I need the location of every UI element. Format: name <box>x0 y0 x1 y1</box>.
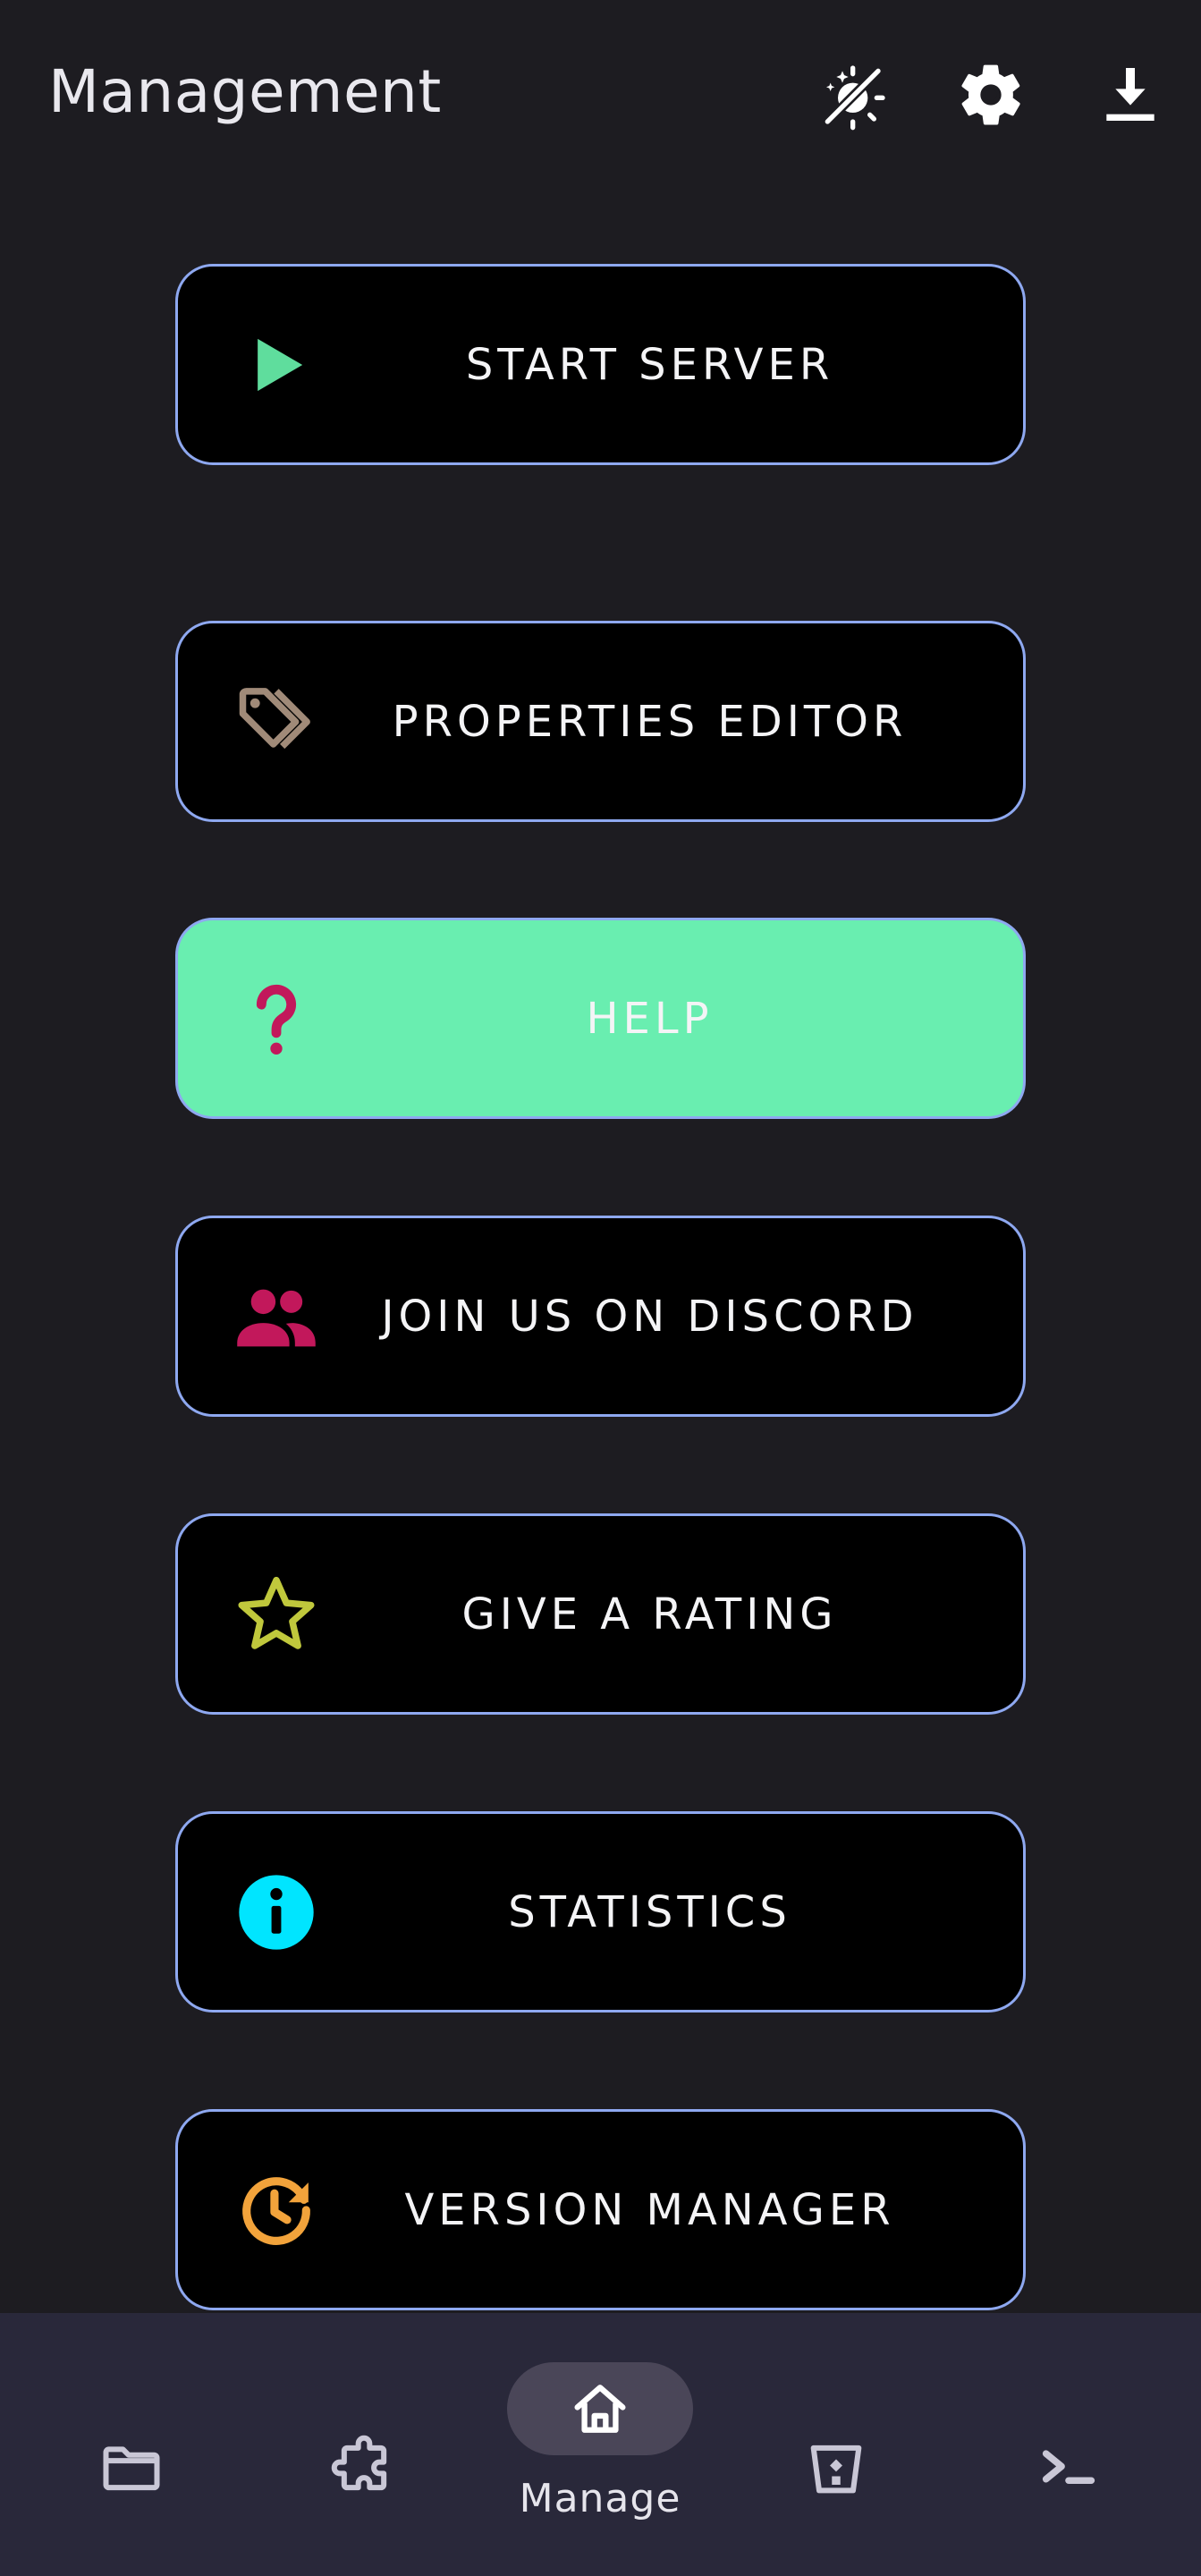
help-button[interactable]: HELP <box>175 918 1026 1119</box>
nav-label-manage: Manage <box>519 2476 681 2521</box>
nav-item-console[interactable] <box>949 2313 1188 2576</box>
start-server-button[interactable]: START SERVER <box>175 264 1026 465</box>
statistics-button[interactable]: STATISTICS <box>175 1811 1026 2012</box>
properties-editor-button[interactable]: PROPERTIES EDITOR <box>175 621 1026 822</box>
nav-item-bucket[interactable] <box>716 2313 956 2576</box>
version-manager-label: VERSION MANAGER <box>404 2184 895 2235</box>
statistics-label: STATISTICS <box>508 1886 791 1937</box>
home-icon <box>566 2375 634 2443</box>
nav-item-plugins[interactable] <box>244 2313 484 2576</box>
nav-item-files[interactable] <box>12 2313 251 2576</box>
puzzle-icon <box>330 2434 398 2502</box>
folder-icon <box>97 2434 165 2502</box>
download-icon[interactable] <box>1095 59 1166 131</box>
theme-toggle-icon[interactable] <box>816 59 887 131</box>
help-label: HELP <box>586 993 714 1044</box>
gear-icon[interactable] <box>955 59 1027 131</box>
discord-label: JOIN US ON DISCORD <box>381 1291 918 1342</box>
properties-editor-label: PROPERTIES EDITOR <box>392 696 908 747</box>
bucket-icon <box>802 2434 870 2502</box>
page-title: Management <box>48 57 442 126</box>
rating-button[interactable]: GIVE A RATING <box>175 1513 1026 1715</box>
discord-button[interactable]: JOIN US ON DISCORD <box>175 1216 1026 1417</box>
terminal-icon <box>1035 2434 1103 2502</box>
start-server-label: START SERVER <box>465 339 834 390</box>
nav-item-manage[interactable]: Manage <box>480 2313 720 2576</box>
top-app-bar: Management <box>0 0 1201 192</box>
version-manager-button[interactable]: VERSION MANAGER <box>175 2109 1026 2310</box>
rating-label: GIVE A RATING <box>461 1589 838 1640</box>
bottom-navigation-bar: Manage <box>0 2313 1201 2576</box>
